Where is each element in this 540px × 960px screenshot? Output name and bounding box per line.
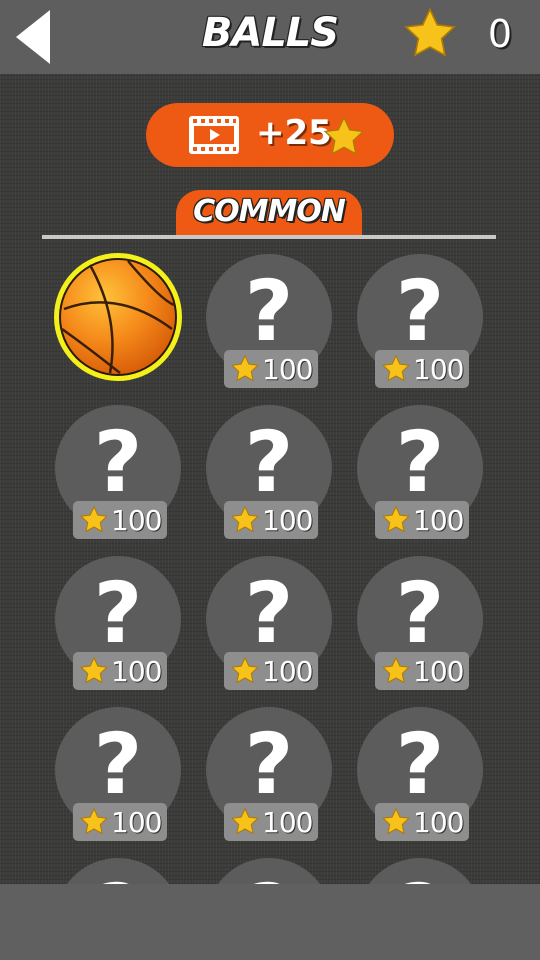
bottom-bar — [0, 884, 540, 960]
basketball-selected[interactable] — [50, 249, 186, 385]
ball-slot-locked[interactable]: ? 100 — [357, 707, 483, 847]
price-tag: 100 — [73, 501, 167, 539]
ball-slot-locked[interactable]: ? 100 — [206, 405, 332, 545]
star-icon — [382, 354, 410, 382]
star-icon — [323, 116, 365, 155]
price-tag: 100 — [224, 350, 318, 388]
price-value: 100 — [262, 806, 313, 839]
star-icon — [231, 807, 259, 835]
star-count: 0 — [487, 12, 513, 56]
price-tag: 100 — [224, 803, 318, 841]
ball-slot-locked[interactable]: ? 100 — [55, 556, 181, 696]
ball-slot-locked[interactable]: ? 100 — [357, 405, 483, 545]
price-value: 100 — [262, 504, 313, 537]
page-title: BALLS — [201, 10, 339, 56]
price-tag: 100 — [224, 501, 318, 539]
star-icon — [80, 807, 108, 835]
star-icon — [382, 807, 410, 835]
star-icon — [382, 656, 410, 684]
question-mark-icon: ? — [206, 860, 332, 884]
price-tag: 100 — [73, 803, 167, 841]
video-film-icon — [189, 116, 239, 154]
price-value: 100 — [111, 806, 162, 839]
question-mark-icon: ? — [357, 860, 483, 884]
back-arrow-icon[interactable] — [12, 8, 52, 66]
price-value: 100 — [413, 353, 464, 386]
ball-slot-locked[interactable]: ? 100 — [357, 254, 483, 394]
price-tag: 100 — [224, 652, 318, 690]
price-value: 100 — [413, 806, 464, 839]
ball-slot-locked-partial[interactable]: ? — [55, 858, 181, 884]
price-value: 100 — [413, 655, 464, 688]
price-tag: 100 — [375, 803, 469, 841]
star-icon — [231, 505, 259, 533]
price-value: 100 — [262, 353, 313, 386]
top-bar: BALLS 0 — [0, 0, 540, 74]
question-mark-icon: ? — [55, 860, 181, 884]
star-icon — [80, 656, 108, 684]
tab-label: COMMON — [193, 194, 346, 229]
price-value: 100 — [111, 655, 162, 688]
price-tag: 100 — [375, 652, 469, 690]
price-tag: 100 — [73, 652, 167, 690]
tab-common[interactable]: COMMON — [176, 190, 362, 235]
watch-video-button[interactable]: +25 — [146, 103, 394, 167]
ball-slot-locked[interactable]: ? 100 — [206, 556, 332, 696]
ball-slot-locked[interactable]: ? 100 — [206, 254, 332, 394]
price-tag: 100 — [375, 350, 469, 388]
price-value: 100 — [111, 504, 162, 537]
star-icon — [231, 656, 259, 684]
tab-divider — [42, 235, 496, 239]
video-reward-label: +25 — [256, 113, 332, 153]
ball-slot-locked[interactable]: ? 100 — [206, 707, 332, 847]
ball-slot-locked-partial[interactable]: ? — [206, 858, 332, 884]
ball-slot-locked[interactable]: ? 100 — [55, 707, 181, 847]
ball-slot-locked-partial[interactable]: ? — [357, 858, 483, 884]
star-icon — [382, 505, 410, 533]
star-icon — [231, 354, 259, 382]
ball-slot-locked[interactable]: ? 100 — [357, 556, 483, 696]
price-tag: 100 — [375, 501, 469, 539]
price-value: 100 — [262, 655, 313, 688]
ball-slot-locked[interactable]: ? 100 — [55, 405, 181, 545]
star-icon — [80, 505, 108, 533]
star-icon — [404, 7, 456, 57]
price-value: 100 — [413, 504, 464, 537]
